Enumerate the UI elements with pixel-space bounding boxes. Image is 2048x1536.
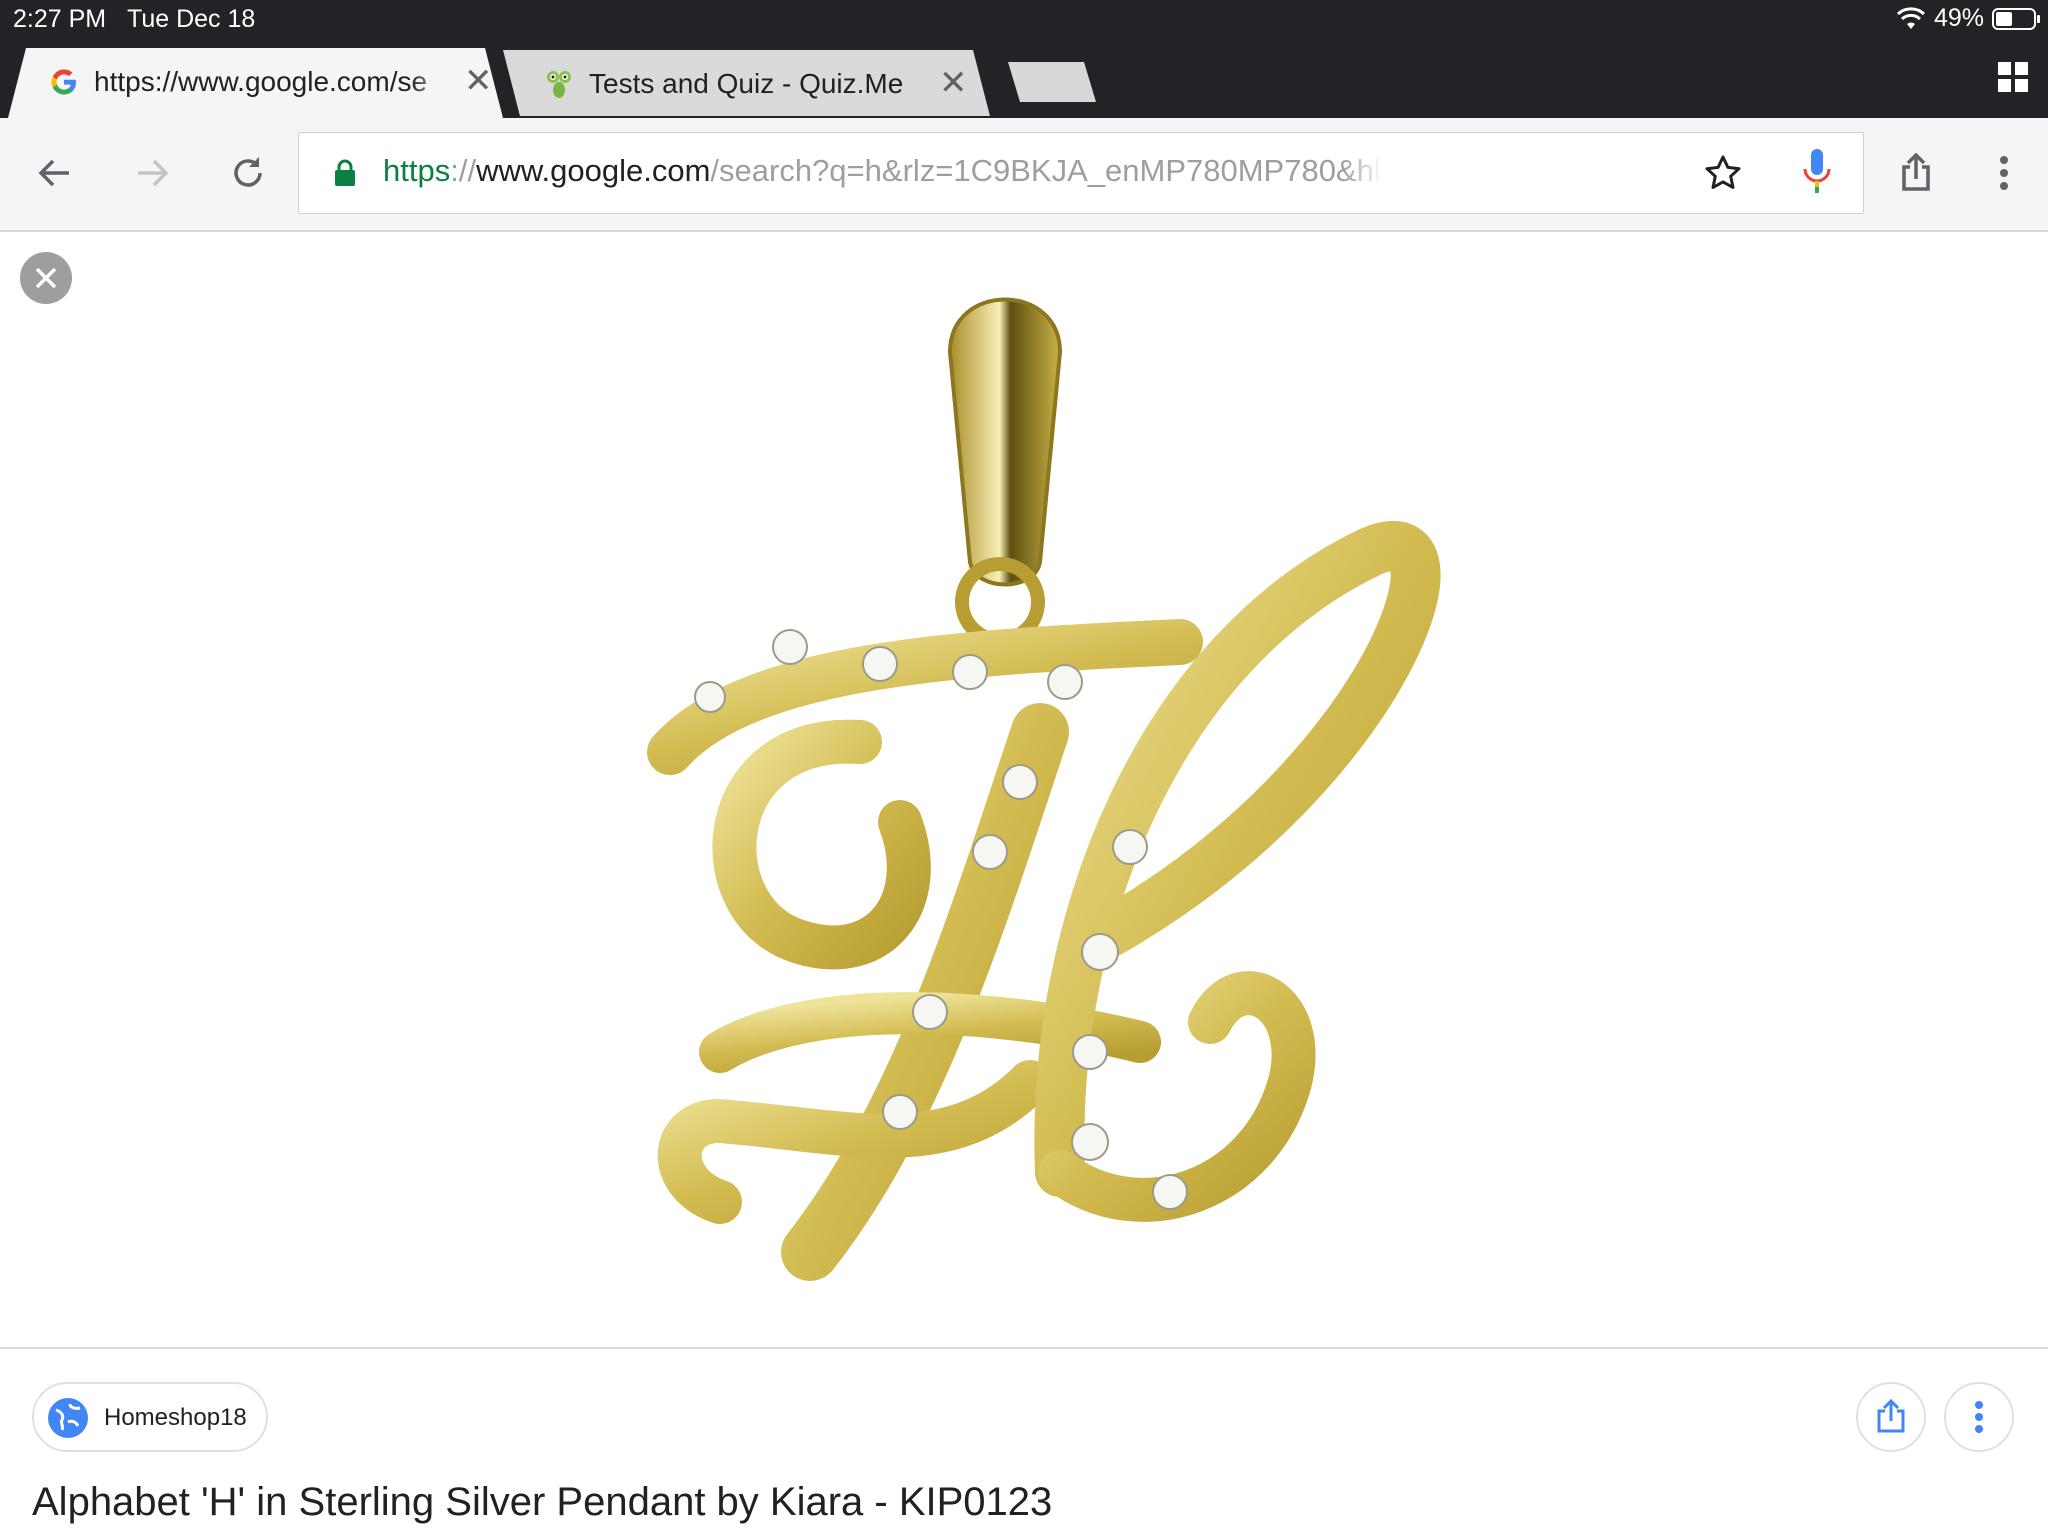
more-vert-icon bbox=[2000, 156, 2008, 190]
tab-switcher-icon[interactable] bbox=[1998, 62, 2028, 92]
source-label: Homeshop18 bbox=[104, 1404, 247, 1431]
result-menu-button[interactable] bbox=[1944, 1382, 2014, 1452]
battery-icon bbox=[1992, 7, 2040, 30]
close-icon bbox=[35, 267, 57, 289]
star-icon[interactable] bbox=[1703, 153, 1743, 198]
google-g-icon bbox=[48, 66, 80, 98]
reload-icon bbox=[234, 157, 262, 187]
share-icon bbox=[1877, 1399, 1905, 1433]
quizme-frog-icon bbox=[543, 68, 575, 100]
url-host: www.google.com bbox=[476, 153, 711, 188]
url-scheme: https bbox=[383, 153, 451, 188]
url-path: /search?q=h&rlz=1C9BKJA_enMP780MP780&hl=… bbox=[710, 153, 1383, 188]
forward-button[interactable] bbox=[127, 148, 177, 198]
tab-close-icon[interactable]: ✕ bbox=[464, 64, 493, 98]
mic-icon[interactable] bbox=[1801, 147, 1833, 202]
wifi-icon bbox=[1896, 6, 1925, 29]
url-separator: :// bbox=[450, 153, 477, 188]
tab-google-search[interactable]: https://www.google.com/se ✕ bbox=[8, 48, 503, 118]
more-vert-icon bbox=[1975, 1401, 1983, 1433]
source-chip[interactable]: Homeshop18 bbox=[32, 1382, 268, 1452]
share-button[interactable] bbox=[1891, 148, 1941, 198]
browser-toolbar: https://www.google.com/search?q=h&rlz=1C… bbox=[0, 118, 2048, 232]
forward-arrow-icon bbox=[138, 159, 169, 187]
status-bar: 2:27 PM Tue Dec 18 49% bbox=[0, 0, 2048, 40]
tab-title: Tests and Quiz - Quiz.Me bbox=[589, 68, 904, 99]
pendant-image[interactable] bbox=[600, 272, 1480, 1312]
tab-quizme[interactable]: Tests and Quiz - Quiz.Me ✕ bbox=[503, 50, 991, 116]
close-viewer-button[interactable] bbox=[20, 252, 72, 304]
status-time: 2:27 PM bbox=[13, 5, 107, 33]
tab-close-icon[interactable]: ✕ bbox=[939, 66, 968, 100]
share-icon bbox=[1902, 153, 1930, 191]
lock-icon bbox=[333, 159, 357, 192]
status-right: 49% bbox=[1896, 4, 2040, 33]
status-date: Tue Dec 18 bbox=[127, 5, 256, 33]
tab-title: https://www.google.com/se bbox=[94, 66, 428, 97]
menu-button[interactable] bbox=[1979, 148, 2029, 198]
tab-strip: https://www.google.com/se ✕ Tests and Qu… bbox=[0, 40, 2048, 118]
back-button[interactable] bbox=[30, 148, 80, 198]
battery-percent: 49% bbox=[1933, 4, 1984, 32]
address-bar[interactable]: https://www.google.com/search?q=h&rlz=1C… bbox=[298, 132, 1864, 214]
new-tab-button[interactable] bbox=[1008, 62, 1096, 102]
image-caption[interactable]: Alphabet 'H' in Sterling Silver Pendant … bbox=[32, 1480, 1052, 1525]
reload-button[interactable] bbox=[223, 148, 273, 198]
back-arrow-icon bbox=[38, 159, 69, 187]
image-viewer bbox=[0, 232, 2048, 1349]
globe-icon bbox=[48, 1398, 88, 1438]
share-result-button[interactable] bbox=[1856, 1382, 1926, 1452]
url-text: https://www.google.com/search?q=h&rlz=1C… bbox=[383, 153, 1383, 189]
